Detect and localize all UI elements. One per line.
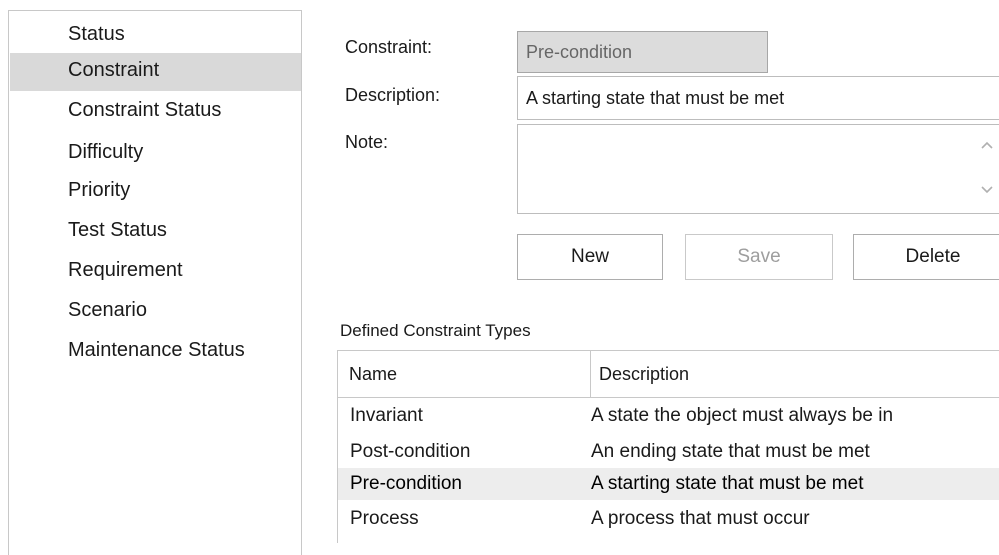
row-description: A process that must occur bbox=[591, 508, 810, 529]
row-description: An ending state that must be met bbox=[591, 441, 870, 462]
table-header: Name Description bbox=[338, 350, 999, 398]
save-button[interactable]: Save bbox=[685, 234, 833, 280]
table-row[interactable]: Post-condition An ending state that must… bbox=[338, 436, 999, 468]
row-name: Post-condition bbox=[350, 441, 471, 462]
sidebar-item-constraint[interactable]: Constraint bbox=[10, 53, 301, 91]
row-description: A starting state that must be met bbox=[591, 473, 864, 494]
row-name: Pre-condition bbox=[350, 473, 462, 494]
description-label: Description: bbox=[345, 85, 441, 105]
row-name: Invariant bbox=[350, 405, 423, 426]
category-list[interactable]: Status Constraint Constraint Status Diff… bbox=[8, 10, 302, 555]
sidebar-item-difficulty[interactable]: Difficulty bbox=[10, 135, 301, 173]
scroll-up-icon[interactable] bbox=[980, 140, 994, 150]
note-label: Note: bbox=[345, 132, 389, 152]
sidebar-item-requirement[interactable]: Requirement bbox=[10, 253, 301, 291]
description-field[interactable]: A starting state that must be met bbox=[517, 76, 999, 120]
column-header-name[interactable]: Name bbox=[338, 351, 591, 397]
sidebar-item-priority[interactable]: Priority bbox=[10, 173, 301, 211]
column-header-description[interactable]: Description bbox=[591, 351, 999, 397]
table-caption: Defined Constraint Types bbox=[340, 321, 531, 340]
note-field[interactable] bbox=[517, 124, 999, 214]
sidebar-item-constraint-status[interactable]: Constraint Status bbox=[10, 93, 301, 131]
constraint-field: Pre-condition bbox=[517, 31, 768, 73]
new-button[interactable]: New bbox=[517, 234, 663, 280]
sidebar-item-test-status[interactable]: Test Status bbox=[10, 213, 301, 251]
sidebar-item-maintenance-status[interactable]: Maintenance Status bbox=[10, 333, 301, 371]
constraint-types-table[interactable]: Name Description Invariant A state the o… bbox=[337, 350, 999, 543]
delete-button[interactable]: Delete bbox=[853, 234, 999, 280]
table-row[interactable]: Invariant A state the object must always… bbox=[338, 400, 999, 432]
sidebar-item-scenario[interactable]: Scenario bbox=[10, 293, 301, 331]
row-description: A state the object must always be in bbox=[591, 405, 894, 426]
sidebar-item-status[interactable]: Status bbox=[10, 17, 301, 55]
row-name: Process bbox=[350, 508, 419, 529]
table-row[interactable]: Process A process that must occur bbox=[338, 503, 999, 535]
table-row-selected[interactable]: Pre-condition A starting state that must… bbox=[338, 468, 999, 500]
constraint-label: Constraint: bbox=[345, 37, 433, 57]
scroll-down-icon[interactable] bbox=[980, 185, 994, 195]
